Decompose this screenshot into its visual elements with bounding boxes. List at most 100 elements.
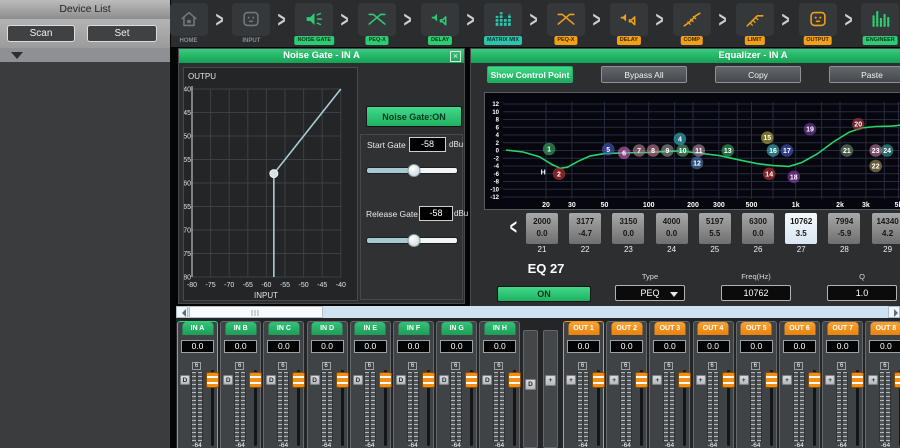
type-dropdown[interactable]: PEQ [615,285,685,301]
master-btn-plus[interactable]: + [545,375,556,386]
toolbar-item-noise-gate[interactable]: NOISE GATE [295,3,333,45]
eq-band-cell-21[interactable]: 20000.0 [526,213,558,244]
fader-handle[interactable] [765,372,778,388]
fader-handle[interactable] [336,372,349,388]
eq-control-point-22[interactable]: 22 [869,160,882,173]
channel-tab[interactable]: OUT 7 [827,322,858,335]
eq-control-point-15[interactable]: 15 [761,131,774,144]
channel-tab[interactable]: OUT 5 [741,322,772,335]
eq-control-point-10[interactable]: 10 [676,144,689,157]
fader-handle[interactable] [851,372,864,388]
eq-control-point-16[interactable]: 16 [767,144,780,157]
fader-handle[interactable] [249,372,262,388]
channel-tab[interactable]: IN F [398,322,429,335]
scroll-left-arrow-icon[interactable] [176,306,188,318]
channel-btn-plus[interactable]: + [696,375,706,385]
channel-btn-D[interactable]: D [353,375,363,385]
eq-control-point-21[interactable]: 21 [841,144,854,157]
eq-band-cell-24[interactable]: 40000.0 [656,213,688,244]
channel-btn-D[interactable]: D [266,375,276,385]
channel-tab[interactable]: IN H [484,322,515,335]
channel-btn-plus[interactable]: + [825,375,835,385]
freq-input[interactable]: 10762 [721,285,791,301]
channel-tab[interactable]: IN G [441,322,472,335]
channel-btn-plus[interactable]: + [739,375,749,385]
paste-button[interactable]: Paste [829,66,900,83]
eq-control-point-5[interactable]: 5 [602,143,615,156]
channel-tab[interactable]: OUT 6 [784,322,815,335]
eq-band-cell-29[interactable]: 143404.2 [872,213,900,244]
eq-control-point-8[interactable]: 8 [647,144,660,157]
channel-tab[interactable]: OUT 8 [870,322,900,335]
set-button[interactable]: Set [87,25,157,42]
fader-handle[interactable] [465,372,478,388]
fader-handle[interactable] [379,372,392,388]
show-control-point-button[interactable]: Show Control Point [487,66,573,83]
eq-band-cell-25[interactable]: 51975.5 [699,213,731,244]
release-gate-value[interactable]: -58 [419,206,453,221]
eq-control-point-19[interactable]: 19 [804,123,817,136]
toolbar-item-delay-input[interactable]: DELAY [421,3,459,45]
fader-handle[interactable] [206,372,219,388]
eq-control-point-4[interactable]: 4 [674,133,687,146]
toolbar-item-engineer[interactable]: ENGINEER [861,3,899,45]
channel-tab[interactable]: IN B [225,322,256,335]
toolbar-item-peq-x-input[interactable]: PEQ-X [358,3,396,45]
toolbar-item-home[interactable]: HOME [170,3,208,45]
eq-control-point-12[interactable]: 12 [691,157,704,170]
channel-btn-D[interactable]: D [310,375,320,385]
eq-control-point-24[interactable]: 24 [881,144,894,157]
fader-handle[interactable] [422,372,435,388]
eq-control-point-2[interactable]: 2 [553,168,566,181]
q-input[interactable]: 1.0 [827,285,897,301]
channel-tab[interactable]: IN A [182,322,213,335]
scrollbar-thumb[interactable] [189,306,323,318]
fader-handle[interactable] [508,372,521,388]
bypass-all-button[interactable]: Bypass All [601,66,687,83]
eq-response-graph[interactable]: 121086420-2-4-6-8-10-1220305010020030050… [484,92,900,210]
release-gate-slider[interactable] [366,237,458,244]
scroll-right-arrow-icon[interactable] [888,306,900,318]
eq-control-point-6[interactable]: 6 [618,147,631,160]
channel-btn-D[interactable]: D [439,375,449,385]
eq-control-point-14[interactable]: 14 [763,168,776,181]
eq-control-point-20[interactable]: 20 [852,118,865,131]
close-icon[interactable]: × [450,51,461,62]
channel-tab[interactable]: IN C [268,322,299,335]
fader-handle[interactable] [635,372,648,388]
eq-control-point-1[interactable]: 1 [543,143,556,156]
eq-control-point-11[interactable]: 11 [693,144,706,157]
toolbar-item-output[interactable]: OUTPUT [799,3,837,45]
toolbar-item-matrix-mix[interactable]: MATRIX MIX [484,3,522,45]
channel-tab[interactable]: IN D [312,322,343,335]
copy-button[interactable]: Copy [715,66,801,83]
toolbar-item-peq-x-output[interactable]: PEQ-X [547,3,585,45]
eq-control-point-23[interactable]: 23 [869,144,882,157]
eq-band-cell-27[interactable]: 107623.5 [785,213,817,244]
eq-band-cell-23[interactable]: 31500.0 [612,213,644,244]
eq-power-button[interactable]: ON [497,286,591,302]
fader-handle[interactable] [678,372,691,388]
channel-tab[interactable]: IN E [355,322,386,335]
channel-tab[interactable]: OUT 1 [568,322,599,335]
master-btn-D[interactable]: D [525,379,536,390]
device-list-expander[interactable] [0,48,170,62]
start-gate-slider[interactable] [366,167,458,174]
eq-control-point-9[interactable]: 9 [661,144,674,157]
toolbar-item-comp[interactable]: COMP [673,3,711,45]
release-gate-slider-handle[interactable] [407,234,420,247]
channel-btn-D[interactable]: D [223,375,233,385]
fader-handle[interactable] [292,372,305,388]
eq-band-cell-26[interactable]: 63000.0 [742,213,774,244]
eq-control-point-7[interactable]: 7 [633,144,646,157]
toolbar-item-delay-output[interactable]: DELAY [610,3,648,45]
fader-handle[interactable] [894,372,900,388]
channel-btn-plus[interactable]: + [782,375,792,385]
channel-tab[interactable]: OUT 4 [698,322,729,335]
toolbar-item-limit[interactable]: LIMIT [736,3,774,45]
horizontal-scrollbar[interactable] [176,306,900,318]
start-gate-slider-handle[interactable] [407,164,420,177]
eq-control-point-18[interactable]: 18 [788,171,801,184]
start-gate-value[interactable]: -58 [409,137,446,152]
channel-tab[interactable]: OUT 3 [654,322,685,335]
